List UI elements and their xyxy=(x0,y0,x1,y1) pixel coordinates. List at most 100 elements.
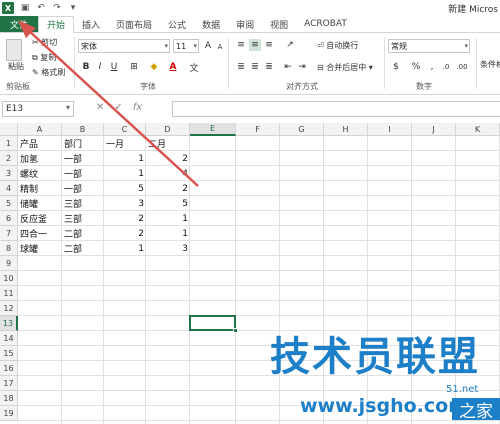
row-header[interactable]: 6 xyxy=(0,211,18,226)
customize-toolbar-icon[interactable]: ▾ xyxy=(68,3,78,13)
align-center-icon[interactable]: ≣ xyxy=(249,61,261,73)
font-name-select[interactable]: 宋体 ▾ xyxy=(78,39,170,53)
row-header[interactable]: 15 xyxy=(0,346,18,361)
column-header[interactable]: A xyxy=(18,123,62,136)
table-cell[interactable]: 一部 xyxy=(62,151,104,166)
table-cell[interactable]: 4 xyxy=(146,166,190,181)
row-header[interactable]: 9 xyxy=(0,256,18,271)
tab-insert[interactable]: 插入 xyxy=(74,16,108,32)
font-color-button[interactable]: A xyxy=(167,61,179,73)
row-header[interactable]: 2 xyxy=(0,151,18,166)
table-cell[interactable]: 精制 xyxy=(18,181,62,196)
table-cell[interactable]: 二部 xyxy=(62,241,104,256)
row-header[interactable]: 4 xyxy=(0,181,18,196)
table-cell[interactable]: 1 xyxy=(104,241,146,256)
table-cell[interactable]: 2 xyxy=(104,211,146,226)
italic-button[interactable]: I xyxy=(94,61,106,73)
column-header[interactable]: H xyxy=(324,123,368,136)
table-cell[interactable]: 5 xyxy=(104,181,146,196)
table-cell[interactable]: 产品 xyxy=(18,136,62,151)
column-header[interactable]: G xyxy=(280,123,324,136)
table-cell[interactable]: 1 xyxy=(146,226,190,241)
table-cell[interactable]: 球罐 xyxy=(18,241,62,256)
redo-icon[interactable]: ↷ xyxy=(52,3,62,13)
align-right-icon[interactable]: ≣ xyxy=(263,61,275,73)
increase-indent-icon[interactable]: ⇥ xyxy=(296,61,308,73)
align-middle-icon[interactable]: ≡ xyxy=(249,39,261,51)
bold-button[interactable]: B xyxy=(80,61,92,73)
fill-color-icon[interactable]: ◆ xyxy=(148,61,160,73)
table-cell[interactable]: 5 xyxy=(146,196,190,211)
merge-center-button[interactable]: ⊟ 合并后居中 ▾ xyxy=(317,62,373,73)
row-header[interactable]: 1 xyxy=(0,136,18,151)
tab-view[interactable]: 视图 xyxy=(262,16,296,32)
row-header[interactable]: 17 xyxy=(0,376,18,391)
wrap-text-button[interactable]: ⏎ 自动换行 xyxy=(317,40,358,51)
table-cell[interactable]: 三部 xyxy=(62,211,104,226)
column-header[interactable]: J xyxy=(412,123,456,136)
row-header[interactable]: 3 xyxy=(0,166,18,181)
tab-acrobat[interactable]: ACROBAT xyxy=(296,16,355,32)
table-cell[interactable]: 二月 xyxy=(146,136,190,151)
row-header[interactable]: 7 xyxy=(0,226,18,241)
tab-file[interactable]: 文件 xyxy=(0,16,38,32)
table-cell[interactable]: 1 xyxy=(104,151,146,166)
selected-cell[interactable] xyxy=(189,315,236,331)
orientation-icon[interactable]: ↗ xyxy=(284,39,296,51)
tab-data[interactable]: 数据 xyxy=(194,16,228,32)
table-cell[interactable]: 2 xyxy=(146,151,190,166)
table-cell[interactable]: 一月 xyxy=(104,136,146,151)
chevron-down-icon[interactable]: ▾ xyxy=(66,103,70,112)
name-box[interactable]: E13 xyxy=(2,101,74,117)
table-cell[interactable]: 二部 xyxy=(62,226,104,241)
table-cell[interactable]: 2 xyxy=(104,226,146,241)
fill-handle[interactable] xyxy=(233,328,238,333)
table-cell[interactable]: 一部 xyxy=(62,181,104,196)
column-header[interactable]: I xyxy=(368,123,412,136)
cut-button[interactable]: ✂ 剪切 xyxy=(32,37,57,48)
row-header[interactable]: 13 xyxy=(0,316,18,331)
percent-button[interactable]: % xyxy=(410,61,422,73)
table-cell[interactable]: 部门 xyxy=(62,136,104,151)
tab-review[interactable]: 审阅 xyxy=(228,16,262,32)
table-cell[interactable]: 3 xyxy=(146,241,190,256)
font-size-select[interactable]: 11 ▾ xyxy=(173,39,199,53)
undo-icon[interactable]: ↶ xyxy=(36,3,46,13)
comma-button[interactable]: , xyxy=(426,61,438,73)
increase-font-icon[interactable]: A xyxy=(202,40,214,52)
column-header[interactable]: C xyxy=(104,123,146,136)
increase-decimal-icon[interactable]: .0 xyxy=(440,61,452,73)
underline-button[interactable]: U xyxy=(108,61,120,73)
column-header[interactable]: F xyxy=(236,123,280,136)
paste-icon[interactable] xyxy=(6,39,22,61)
table-cell[interactable]: 四合一 xyxy=(18,226,62,241)
paste-button[interactable]: 粘贴 xyxy=(8,61,24,72)
table-cell[interactable]: 螺纹 xyxy=(18,166,62,181)
enter-icon[interactable]: ✓ xyxy=(114,102,122,113)
align-top-icon[interactable]: ≡ xyxy=(235,39,247,51)
table-cell[interactable]: 反应釜 xyxy=(18,211,62,226)
row-header[interactable]: 11 xyxy=(0,286,18,301)
tab-page-layout[interactable]: 页面布局 xyxy=(108,16,160,32)
table-cell[interactable]: 三部 xyxy=(62,196,104,211)
row-header[interactable]: 8 xyxy=(0,241,18,256)
column-header[interactable]: K xyxy=(456,123,500,136)
row-header[interactable]: 16 xyxy=(0,361,18,376)
row-header[interactable]: 12 xyxy=(0,301,18,316)
align-left-icon[interactable]: ≣ xyxy=(235,61,247,73)
insert-function-icon[interactable]: fx xyxy=(133,102,142,113)
table-cell[interactable]: 2 xyxy=(146,181,190,196)
table-cell[interactable]: 1 xyxy=(146,211,190,226)
row-header[interactable]: 10 xyxy=(0,271,18,286)
currency-icon[interactable]: $ xyxy=(390,61,402,73)
row-header[interactable]: 14 xyxy=(0,331,18,346)
align-bottom-icon[interactable]: ≡ xyxy=(263,39,275,51)
tab-formulas[interactable]: 公式 xyxy=(160,16,194,32)
table-cell[interactable]: 储罐 xyxy=(18,196,62,211)
table-cell[interactable]: 加氢 xyxy=(18,151,62,166)
row-header[interactable]: 18 xyxy=(0,391,18,406)
table-cell[interactable]: 3 xyxy=(104,196,146,211)
cancel-icon[interactable]: ✕ xyxy=(96,102,104,113)
save-icon[interactable]: ▣ xyxy=(20,3,30,13)
column-header[interactable]: D xyxy=(146,123,190,136)
